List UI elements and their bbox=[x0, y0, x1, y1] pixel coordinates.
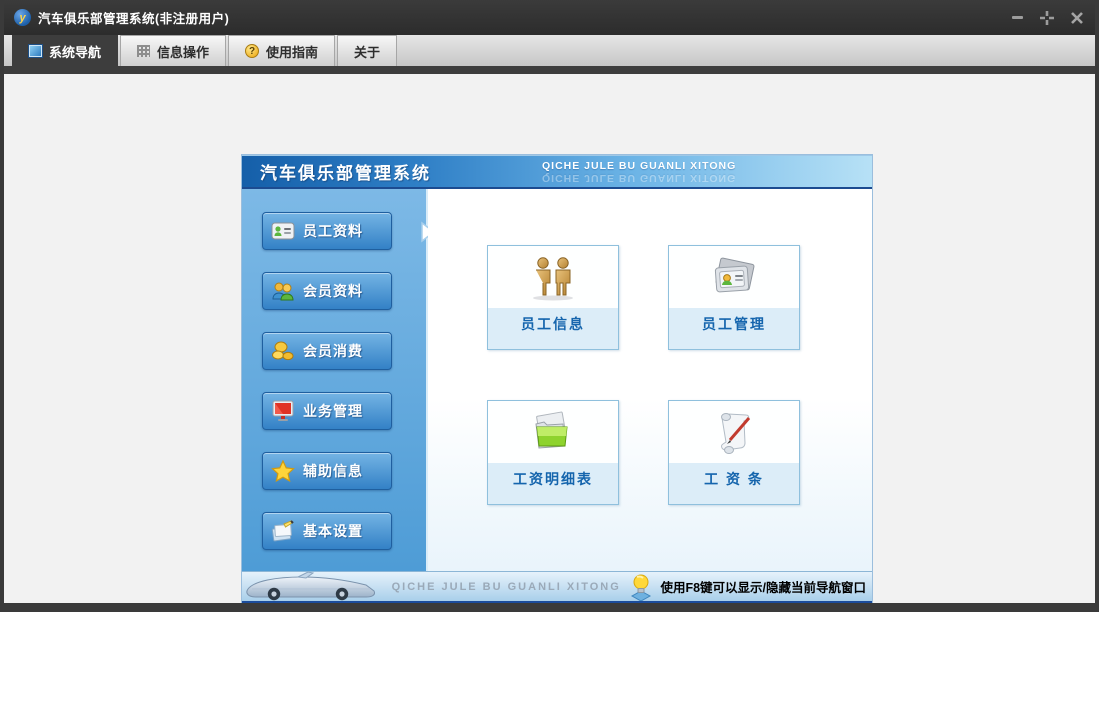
sidebar-item-label: 基本设置 bbox=[303, 523, 363, 539]
minimize-icon bbox=[1011, 16, 1023, 19]
tile-label: 工资明细表 bbox=[513, 471, 593, 487]
sidebar-item-auxiliary-info[interactable]: 辅助信息 bbox=[262, 452, 392, 490]
restore-button[interactable] bbox=[1039, 10, 1055, 26]
panel-body: 员工资料 会员资料 会员消费 业务管理 辅助信息 基本设置 员工信息 员工管理 … bbox=[242, 189, 872, 571]
tab-information-operations[interactable]: 信息操作 bbox=[120, 35, 227, 66]
panel-subtitle-wrap: QICHE JULE BU GUANLI XITONG QICHE JULE B… bbox=[542, 160, 736, 184]
sidebar-item-label: 会员消费 bbox=[303, 343, 363, 359]
panel-subtitle: QICHE JULE BU GUANLI XITONG bbox=[542, 160, 737, 172]
sidebar: 员工资料 会员资料 会员消费 业务管理 辅助信息 基本设置 bbox=[242, 189, 436, 571]
titlebar: y 汽车俱乐部管理系统(非注册用户) bbox=[4, 0, 1095, 35]
navigation-panel: 汽车俱乐部管理系统 QICHE JULE BU GUANLI XITONG QI… bbox=[242, 155, 872, 603]
app-window: y 汽车俱乐部管理系统(非注册用户) 系统导航 信息操作 ? 使用指南 关于 汽… bbox=[0, 0, 1099, 612]
tab-system-navigation[interactable]: 系统导航 bbox=[12, 35, 119, 66]
panel-footer: QICHE JULE BU GUANLI XITONG 使用F8键可以显示/隐藏… bbox=[242, 571, 872, 603]
window-title: 汽车俱乐部管理系统(非注册用户) bbox=[38, 12, 230, 26]
sidebar-item-business-management[interactable]: 业务管理 bbox=[262, 392, 392, 430]
tab-about[interactable]: 关于 bbox=[337, 35, 398, 66]
panel-subtitle-reflection: QICHE JULE BU GUANLI XITONG bbox=[542, 172, 737, 184]
tile-payroll-detail[interactable]: 工资明细表 bbox=[487, 400, 619, 505]
footer-brand-text: QICHE JULE BU GUANLI XITONG bbox=[391, 580, 621, 593]
tile-employee-info[interactable]: 员工信息 bbox=[487, 245, 619, 350]
tab-label: 信息操作 bbox=[157, 44, 210, 60]
content-area: 汽车俱乐部管理系统 QICHE JULE BU GUANLI XITONG QI… bbox=[4, 74, 1095, 603]
sidebar-item-member-consumption[interactable]: 会员消费 bbox=[262, 332, 392, 370]
panel-title: 汽车俱乐部管理系统 bbox=[260, 164, 431, 183]
tile-label: 工 资 条 bbox=[704, 471, 764, 487]
tab-label: 系统导航 bbox=[49, 44, 102, 60]
green-folder-icon bbox=[527, 401, 579, 465]
sidebar-item-basic-settings[interactable]: 基本设置 bbox=[262, 512, 392, 550]
car-icon bbox=[242, 571, 384, 601]
lightbulb-icon bbox=[628, 573, 654, 601]
tile-employee-management[interactable]: 员工管理 bbox=[668, 245, 800, 350]
tab-underline-strip bbox=[4, 66, 1095, 74]
app-logo-icon: y bbox=[14, 9, 31, 26]
tab-label: 关于 bbox=[354, 44, 381, 60]
close-icon bbox=[1071, 11, 1083, 24]
id-card-icon bbox=[271, 220, 295, 242]
tile-payslip[interactable]: 工 资 条 bbox=[668, 400, 800, 505]
sidebar-item-member-data[interactable]: 会员资料 bbox=[262, 272, 392, 310]
blue-screen-icon bbox=[29, 45, 42, 57]
two-people-icon bbox=[527, 246, 579, 310]
footer-hint-text: 使用F8键可以显示/隐藏当前导航窗口 bbox=[660, 581, 866, 595]
sidebar-item-employee-data[interactable]: 员工资料 bbox=[262, 212, 436, 250]
tile-label: 员工管理 bbox=[702, 316, 766, 332]
scroll-pen-icon bbox=[708, 401, 760, 465]
tile-label: 员工信息 bbox=[521, 316, 585, 332]
monitor-icon bbox=[271, 400, 295, 422]
close-button[interactable] bbox=[1069, 10, 1085, 26]
tab-bar: 系统导航 信息操作 ? 使用指南 关于 bbox=[4, 35, 1095, 66]
grid-icon bbox=[137, 45, 151, 57]
folder-card-icon bbox=[708, 246, 760, 310]
sidebar-item-label: 辅助信息 bbox=[303, 463, 363, 479]
coins-icon bbox=[271, 340, 295, 362]
panel-header: 汽车俱乐部管理系统 QICHE JULE BU GUANLI XITONG QI… bbox=[242, 155, 872, 189]
tab-usage-guide[interactable]: ? 使用指南 bbox=[228, 35, 336, 66]
tab-label: 使用指南 bbox=[266, 44, 319, 60]
sidebar-item-label: 会员资料 bbox=[303, 283, 363, 299]
window-controls bbox=[1009, 10, 1085, 26]
sidebar-item-label: 业务管理 bbox=[303, 403, 363, 419]
tile-area: 员工信息 员工管理 工资明细表 工 资 条 bbox=[428, 189, 872, 571]
sidebar-item-label: 员工资料 bbox=[303, 223, 363, 239]
star-icon bbox=[271, 460, 295, 482]
members-icon bbox=[271, 280, 295, 302]
minimize-button[interactable] bbox=[1009, 10, 1025, 26]
restore-icon bbox=[1040, 10, 1054, 25]
notebook-pen-icon bbox=[271, 520, 295, 542]
help-badge-icon: ? bbox=[245, 44, 260, 58]
